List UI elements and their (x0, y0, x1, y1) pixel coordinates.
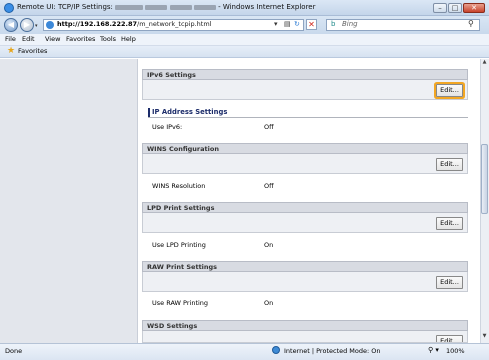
url-host: http://192.168.222.87 (57, 20, 137, 28)
window-title-prefix: Remote UI: TCP/IP Settings: (17, 3, 113, 11)
window-title-suffix: - Windows Internet Explorer (218, 3, 316, 11)
back-icon: ◀ (7, 20, 15, 29)
ip-address-settings-title: IP Address Settings (152, 108, 228, 116)
scroll-thumb[interactable] (481, 144, 488, 214)
refresh-icon[interactable]: ↻ (294, 20, 300, 28)
zoom-icon[interactable]: ⚲ ▾ (428, 346, 439, 354)
favorites-button[interactable]: Favorites (18, 47, 47, 55)
use-ipv6-label: Use IPv6: (152, 123, 183, 131)
redacted-text (169, 4, 192, 10)
favorites-bar (0, 46, 489, 58)
globe-icon (272, 346, 280, 354)
bing-icon: b (331, 20, 336, 28)
address-dropdown[interactable]: ▾ (274, 20, 278, 28)
forward-button[interactable]: ▶ (20, 18, 34, 32)
ipv6-edit-button[interactable]: Edit... (436, 84, 463, 97)
page-icon (46, 21, 54, 29)
raw-print-settings-header: RAW Print Settings (142, 261, 468, 272)
use-lpd-printing-value: On (264, 241, 274, 249)
search-icon[interactable]: ⚲ (468, 19, 474, 28)
redacted-text (193, 4, 216, 10)
forward-icon: ▶ (23, 20, 31, 29)
ipv6-settings-header: IPv6 Settings (142, 69, 468, 80)
search-placeholder[interactable]: Bing (342, 20, 358, 28)
use-ipv6-value: Off (264, 123, 274, 131)
address-text[interactable]: http://192.168.222.87/m_network_tcpip.ht… (57, 20, 211, 28)
compatibility-view-icon[interactable]: ▤ (284, 20, 291, 28)
wsd-settings-header: WSD Settings (142, 320, 468, 331)
menu-favorites[interactable]: Favorites (66, 35, 95, 43)
url-path: /m_network_tcpip.html (137, 20, 212, 28)
lpd-button-bar (142, 213, 468, 233)
wins-resolution-value: Off (264, 182, 274, 190)
redacted-text (115, 4, 144, 10)
raw-edit-button[interactable]: Edit... (436, 276, 463, 289)
ie-icon (4, 3, 14, 13)
minimize-button[interactable]: – (433, 3, 447, 13)
wins-edit-button[interactable]: Edit... (436, 158, 463, 171)
status-text: Done (5, 347, 23, 355)
use-raw-printing-label: Use RAW Printing (152, 299, 209, 307)
wsd-edit-button[interactable]: Edit... (436, 335, 463, 342)
stop-icon[interactable]: ✕ (306, 19, 317, 30)
favorites-star-icon: ★ (7, 46, 16, 56)
section-marker (148, 108, 150, 117)
wins-button-bar (142, 154, 468, 174)
lpd-edit-button[interactable]: Edit... (436, 217, 463, 230)
ipv6-button-bar (142, 80, 468, 100)
maximize-button[interactable]: □ (448, 3, 462, 13)
use-lpd-printing-label: Use LPD Printing (152, 241, 206, 249)
raw-button-bar (142, 272, 468, 292)
menu-tools[interactable]: Tools (100, 35, 116, 43)
redacted-text (145, 4, 168, 10)
use-raw-printing-value: On (264, 299, 274, 307)
divider (148, 117, 468, 118)
menu-edit[interactable]: Edit (22, 35, 35, 43)
lpd-print-settings-header: LPD Print Settings (142, 202, 468, 213)
wins-configuration-header: WINS Configuration (142, 143, 468, 154)
security-zone[interactable]: Internet | Protected Mode: On (284, 347, 381, 355)
zoom-level[interactable]: 100% (446, 347, 465, 355)
wins-resolution-label: WINS Resolution (152, 182, 206, 190)
menu-view[interactable]: View (45, 35, 60, 43)
scroll-down-arrow-icon[interactable]: ▼ (480, 333, 489, 342)
sidebar (0, 59, 138, 343)
menu-file[interactable]: File (5, 35, 16, 43)
window-title: Remote UI: TCP/IP Settings: - Windows In… (17, 3, 315, 11)
recent-pages-dropdown[interactable]: ▾ (35, 23, 38, 29)
close-button[interactable]: ✕ (463, 3, 485, 13)
scroll-up-arrow-icon[interactable]: ▲ (480, 59, 489, 68)
wsd-button-bar: Edit... (142, 331, 468, 343)
menu-help[interactable]: Help (121, 35, 136, 43)
back-button[interactable]: ◀ (4, 18, 18, 32)
status-bar (0, 343, 489, 360)
